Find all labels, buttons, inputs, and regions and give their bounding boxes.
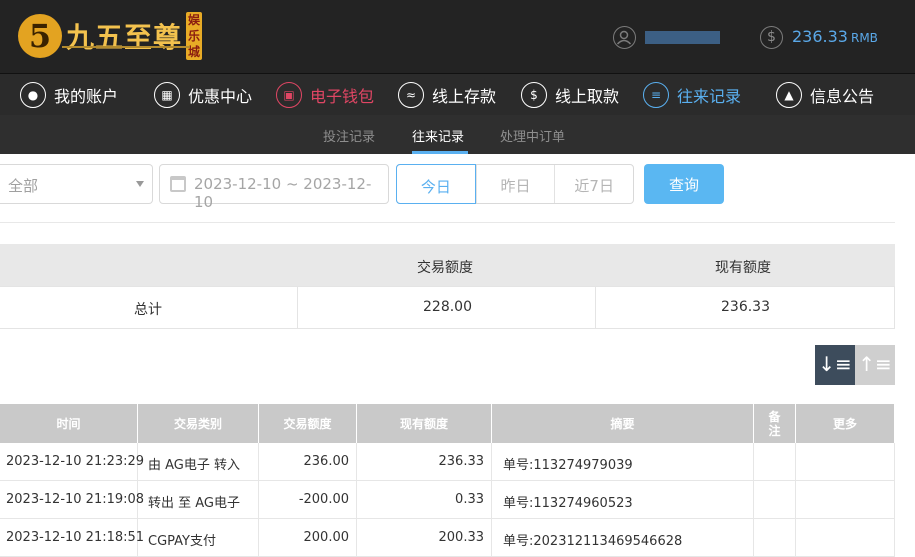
summary-total-label: 总计	[134, 302, 162, 318]
cell-amount: 200.00	[259, 519, 357, 557]
cell-more[interactable]	[796, 481, 895, 519]
cell-type: CGPAY支付	[138, 519, 259, 557]
yesterday-button[interactable]: 昨日	[475, 165, 555, 203]
col-time: 时间	[0, 404, 138, 443]
nav-label: 往来记录	[677, 87, 742, 106]
nav-transaction-records[interactable]: ≡ 往来记录	[643, 80, 741, 110]
sort-ascending-icon[interactable]: ↑≡	[855, 345, 895, 385]
cell-time: 2023-12-10 21:23:29	[0, 443, 144, 481]
col-balance: 现有额度	[357, 404, 492, 443]
deposit-icon: ≈	[398, 82, 424, 108]
site-logo[interactable]: 5 九五至尊 娱乐城	[18, 10, 203, 62]
main-nav: ● 我的账户 ▦ 优惠中心 ▣ 电子钱包 ≈ 线上存款 $ 线上取款 ≡ 往来记…	[0, 73, 915, 115]
last-7-days-button[interactable]: 近7日	[554, 165, 633, 203]
nav-promotions[interactable]: ▦ 优惠中心	[154, 80, 252, 110]
nav-online-withdraw[interactable]: $ 线上取款	[521, 80, 619, 110]
cell-amount: -200.00	[259, 481, 357, 519]
cell-balance: 0.33	[357, 481, 492, 519]
nav-label: 线上存款	[432, 87, 497, 106]
nav-e-wallet[interactable]: ▣ 电子钱包	[276, 80, 374, 110]
cell-balance: 236.33	[357, 443, 492, 481]
table-header: 时间 交易类别 交易额度 现有额度 摘要 备注 更多	[0, 404, 895, 443]
nav-label: 电子钱包	[310, 87, 375, 106]
cell-type: 转出 至 AG电子	[138, 481, 259, 519]
table-row: 2023-12-10 21:19:08 转出 至 AG电子 -200.00 0.…	[0, 481, 895, 519]
table-row: 2023-12-10 21:23:29 由 AG电子 转入 236.00 236…	[0, 443, 895, 481]
sub-nav: 投注记录 往来记录 处理中订单	[0, 115, 915, 154]
type-select[interactable]: 全部	[0, 164, 153, 204]
cell-remark	[754, 481, 796, 519]
divider	[0, 222, 895, 223]
subtab-transaction-records[interactable]: 往来记录	[412, 126, 464, 145]
subtab-bet-records[interactable]: 投注记录	[323, 126, 375, 145]
nav-label: 线上取款	[555, 87, 620, 106]
date-range-value: 2023-12-10 ~ 2023-12-10	[194, 175, 372, 211]
calendar-icon	[170, 176, 186, 192]
nav-announcements[interactable]: ▲ 信息公告	[776, 80, 874, 110]
cell-summary: 单号:113274979039	[492, 443, 754, 481]
type-select-value: 全部	[8, 177, 39, 195]
col-type: 交易类别	[138, 404, 259, 443]
user-icon: ●	[20, 82, 46, 108]
nav-label: 优惠中心	[188, 87, 253, 106]
col-remark: 备注	[754, 404, 796, 443]
top-header: 5 九五至尊 娱乐城 $ 236.33 RMB	[0, 0, 915, 73]
withdraw-icon: $	[521, 82, 547, 108]
sort-descending-icon[interactable]: ↓≡	[815, 345, 855, 385]
divider	[595, 287, 596, 328]
cell-amount: 236.00	[259, 443, 357, 481]
subtab-pending-orders[interactable]: 处理中订单	[500, 126, 565, 145]
col-more: 更多	[796, 404, 895, 443]
date-range-input[interactable]: 2023-12-10 ~ 2023-12-10	[159, 164, 389, 211]
bell-icon: ▲	[776, 82, 802, 108]
balance-unit: RMB	[850, 31, 878, 45]
summary-header-balance: 现有额度	[715, 260, 771, 276]
cell-summary: 单号:113274960523	[492, 481, 754, 519]
query-button[interactable]: 查询	[644, 164, 724, 204]
logo-underline	[62, 46, 190, 48]
summary-total-balance: 236.33	[721, 299, 770, 315]
logo-mark: 5	[18, 14, 62, 58]
cell-type: 由 AG电子 转入	[138, 443, 259, 481]
chevron-down-icon	[136, 181, 144, 187]
nav-label: 信息公告	[810, 87, 875, 106]
cell-time: 2023-12-10 21:18:51	[0, 519, 144, 557]
table-row: 2023-12-10 21:18:51 CGPAY支付 200.00 200.3…	[0, 519, 895, 557]
summary-header: 交易额度 现有额度	[0, 244, 895, 286]
cell-more[interactable]	[796, 443, 895, 481]
record-icon: ≡	[643, 82, 669, 108]
nav-label: 我的账户	[54, 87, 119, 106]
logo-badge: 娱乐城	[186, 12, 203, 60]
logo-name: 九五至尊	[66, 21, 183, 54]
gift-icon: ▦	[154, 82, 180, 108]
col-amount: 交易额度	[259, 404, 357, 443]
cell-remark	[754, 519, 796, 557]
dollar-icon: $	[760, 26, 783, 49]
cell-time: 2023-12-10 21:19:08	[0, 481, 144, 519]
nav-my-account[interactable]: ● 我的账户	[20, 80, 118, 110]
cell-remark	[754, 443, 796, 481]
active-tab-indicator	[412, 151, 468, 154]
quick-date-buttons: 今日 昨日 近7日	[396, 164, 634, 204]
col-summary: 摘要	[492, 404, 754, 443]
balance-amount: 236.33	[792, 27, 848, 46]
cell-more[interactable]	[796, 519, 895, 557]
summary-row: 总计 228.00 236.33	[0, 286, 895, 329]
divider	[297, 287, 298, 328]
cell-balance: 200.33	[357, 519, 492, 557]
username-redacted	[645, 31, 720, 44]
cell-summary: 单号:202312113469546628	[492, 519, 754, 557]
user-avatar-icon[interactable]	[613, 26, 636, 49]
summary-total-amount: 228.00	[423, 299, 472, 315]
nav-online-deposit[interactable]: ≈ 线上存款	[398, 80, 496, 110]
wallet-icon: ▣	[276, 82, 302, 108]
summary-header-amount: 交易额度	[417, 260, 473, 276]
today-button[interactable]: 今日	[396, 164, 476, 204]
account-balance: 236.33 RMB	[792, 27, 878, 46]
